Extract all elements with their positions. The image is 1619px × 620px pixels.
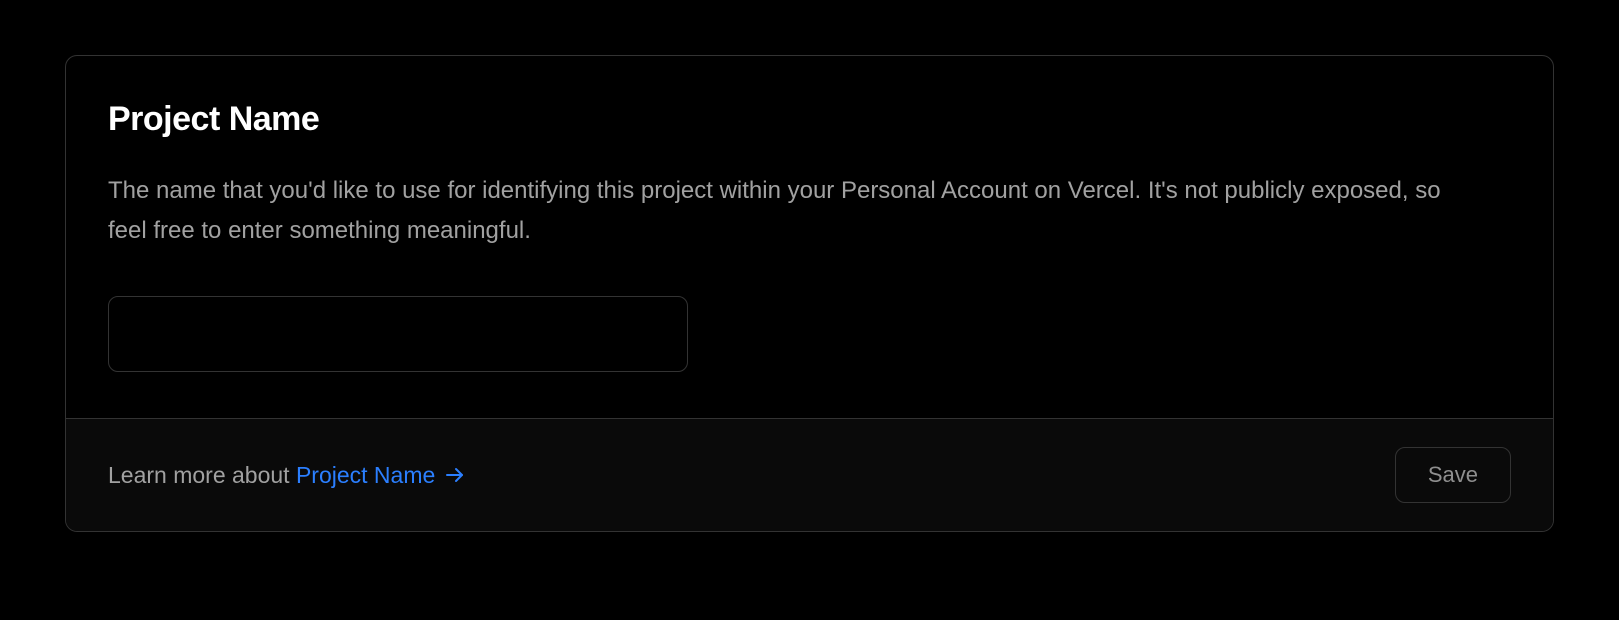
arrow-right-icon <box>443 463 467 487</box>
learn-more-link[interactable]: Project Name <box>296 462 467 489</box>
card-body: Project Name The name that you'd like to… <box>66 56 1553 418</box>
save-button[interactable]: Save <box>1395 447 1511 503</box>
learn-more-prefix: Learn more about <box>108 462 296 488</box>
card-description: The name that you'd like to use for iden… <box>108 171 1468 250</box>
card-title: Project Name <box>108 100 1511 139</box>
card-footer: Learn more about Project Name Save <box>66 418 1553 531</box>
learn-more-link-text: Project Name <box>296 462 435 489</box>
project-name-input[interactable] <box>108 296 688 372</box>
project-name-card: Project Name The name that you'd like to… <box>65 55 1554 532</box>
learn-more-text: Learn more about Project Name <box>108 462 467 489</box>
